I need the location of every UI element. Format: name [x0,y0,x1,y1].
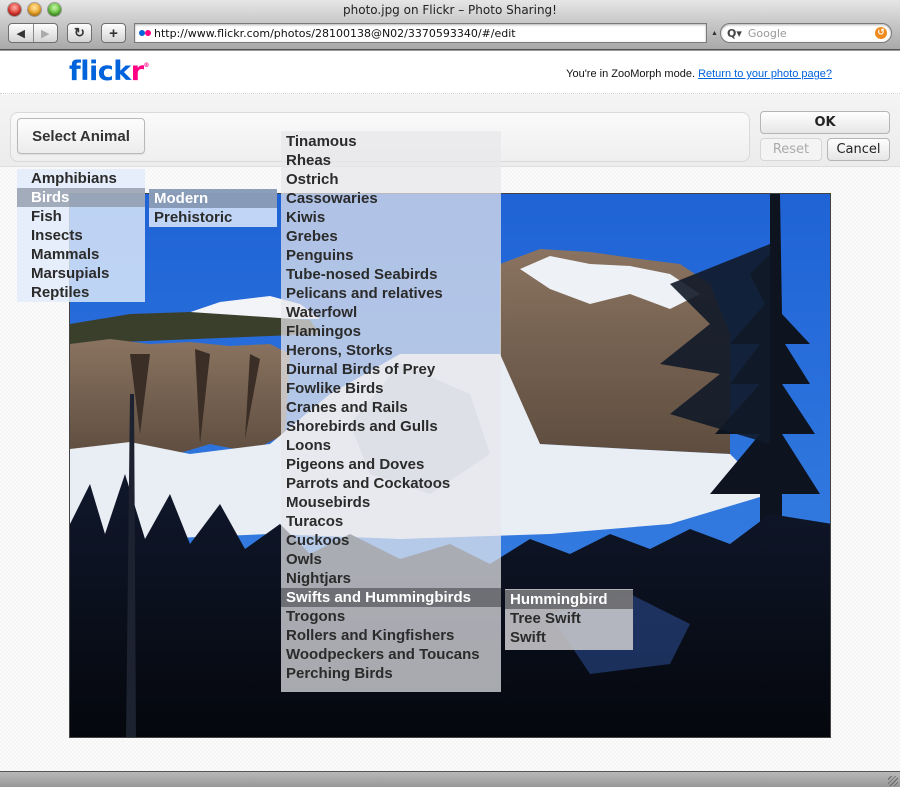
ok-button[interactable]: OK [760,111,890,134]
menu-item-hummingbird[interactable]: Hummingbird [505,590,633,609]
species-menu: Hummingbird Tree Swift Swift [505,589,633,650]
menu-item-ostrich[interactable]: Ostrich [281,170,501,189]
url-text[interactable]: http://www.flickr.com/photos/28100138@N0… [154,27,516,40]
menu-item-modern[interactable]: Modern [149,189,277,208]
logo-registered-mark: ® [143,62,150,69]
reload-icon: ↻ [74,25,85,40]
browser-status-bar [0,771,900,787]
menu-item-nightjars[interactable]: Nightjars [281,569,501,588]
mode-notice-text: You're in ZooMorph mode. [566,68,699,80]
menu-item-prehistoric[interactable]: Prehistoric [149,208,277,227]
menu-item-grebes[interactable]: Grebes [281,227,501,246]
menu-item-cranes-and-rails[interactable]: Cranes and Rails [281,398,501,417]
select-animal-button[interactable]: Select Animal [17,118,145,154]
resize-grip-icon[interactable] [888,776,898,786]
menu-item-kiwis[interactable]: Kiwis [281,208,501,227]
menu-item-woodpeckers-and-toucans[interactable]: Woodpeckers and Toucans [281,645,501,664]
search-icon[interactable]: Q▾ [727,27,742,40]
menu-item-mammals[interactable]: Mammals [17,245,145,264]
menu-item-tree-swift[interactable]: Tree Swift [505,609,633,628]
left-cliff [70,339,290,456]
menu-item-swifts-and-hummingbirds[interactable]: Swifts and Hummingbirds [281,588,501,607]
menu-item-insects[interactable]: Insects [17,226,145,245]
logo-text-pink: r [130,56,144,87]
forward-button[interactable]: ▶ [34,24,58,42]
menu-item-owls[interactable]: Owls [281,550,501,569]
menu-item-amphibians[interactable]: Amphibians [17,169,145,188]
menu-item-rollers-and-kingfishers[interactable]: Rollers and Kingfishers [281,626,501,645]
menu-item-cassowaries[interactable]: Cassowaries [281,189,501,208]
search-placeholder: Google [747,26,787,40]
browser-titlebar: photo.jpg on Flickr – Photo Sharing! ◀ ▶… [0,0,900,50]
back-forward-buttons: ◀ ▶ [8,23,58,43]
menu-item-waterfowl[interactable]: Waterfowl [281,303,501,322]
address-bar[interactable]: http://www.flickr.com/photos/28100138@N0… [134,23,707,43]
flickr-logo[interactable]: flickr® [69,56,150,87]
cancel-button[interactable]: Cancel [827,138,890,161]
logo-text-blue: flick [69,56,131,87]
return-to-photo-link[interactable]: Return to your photo page? [698,68,832,80]
menu-item-tinamous[interactable]: Tinamous [281,132,501,151]
animal-category-menu: Amphibians Birds Fish Insects Mammals Marsupi… [17,169,145,302]
bird-group-menu: Tinamous Rheas Ostrich Cassowaries Kiwis Greb… [281,131,501,692]
menu-item-herons-storks[interactable]: Herons, Storks [281,341,501,360]
menu-item-birds[interactable]: Birds [17,188,145,207]
menu-item-parrots-and-cockatoos[interactable]: Parrots and Cockatoos [281,474,501,493]
menu-item-tube-nosed-seabirds[interactable]: Tube-nosed Seabirds [281,265,501,284]
menu-item-fowlike-birds[interactable]: Fowlike Birds [281,379,501,398]
url-dropdown-icon[interactable]: ▲ [711,30,718,37]
menu-item-pigeons-and-doves[interactable]: Pigeons and Doves [281,455,501,474]
reload-button[interactable]: ↻ [67,23,92,43]
page-content: flickr® You're in ZooMorph mode. Return … [0,51,900,771]
menu-item-flamingos[interactable]: Flamingos [281,322,501,341]
menu-item-penguins[interactable]: Penguins [281,246,501,265]
menu-item-rheas[interactable]: Rheas [281,151,501,170]
menu-item-shorebirds-and-gulls[interactable]: Shorebirds and Gulls [281,417,501,436]
add-bookmark-button[interactable]: + [101,23,126,43]
menu-item-cuckoos[interactable]: Cuckoos [281,531,501,550]
menu-item-mousebirds[interactable]: Mousebirds [281,493,501,512]
forward-arrow-icon: ▶ [41,27,50,40]
menu-item-reptiles[interactable]: Reptiles [17,283,145,302]
menu-item-turacos[interactable]: Turacos [281,512,501,531]
bird-era-menu: Modern Prehistoric [149,189,277,227]
mode-notice: You're in ZooMorph mode. Return to your … [566,68,832,80]
site-header: flickr® You're in ZooMorph mode. Return … [0,51,900,94]
favicon-pink-dot-icon [145,30,151,36]
menu-item-swift[interactable]: Swift [505,628,633,647]
window-title: photo.jpg on Flickr – Photo Sharing! [343,3,557,17]
snapback-icon[interactable]: ↺ [875,27,887,39]
menu-item-fish[interactable]: Fish [17,207,145,226]
menu-item-diurnal-birds-of-prey[interactable]: Diurnal Birds of Prey [281,360,501,379]
reset-button: Reset [760,138,822,161]
plus-icon: + [109,24,118,42]
search-field[interactable]: Q▾ Google ↺ [720,23,892,43]
menu-item-perching-birds[interactable]: Perching Birds [281,664,501,683]
back-arrow-icon: ◀ [16,27,25,40]
menu-item-loons[interactable]: Loons [281,436,501,455]
menu-item-trogons[interactable]: Trogons [281,607,501,626]
menu-item-marsupials[interactable]: Marsupials [17,264,145,283]
menu-item-pelicans-and-relatives[interactable]: Pelicans and relatives [281,284,501,303]
back-button[interactable]: ◀ [9,24,34,42]
